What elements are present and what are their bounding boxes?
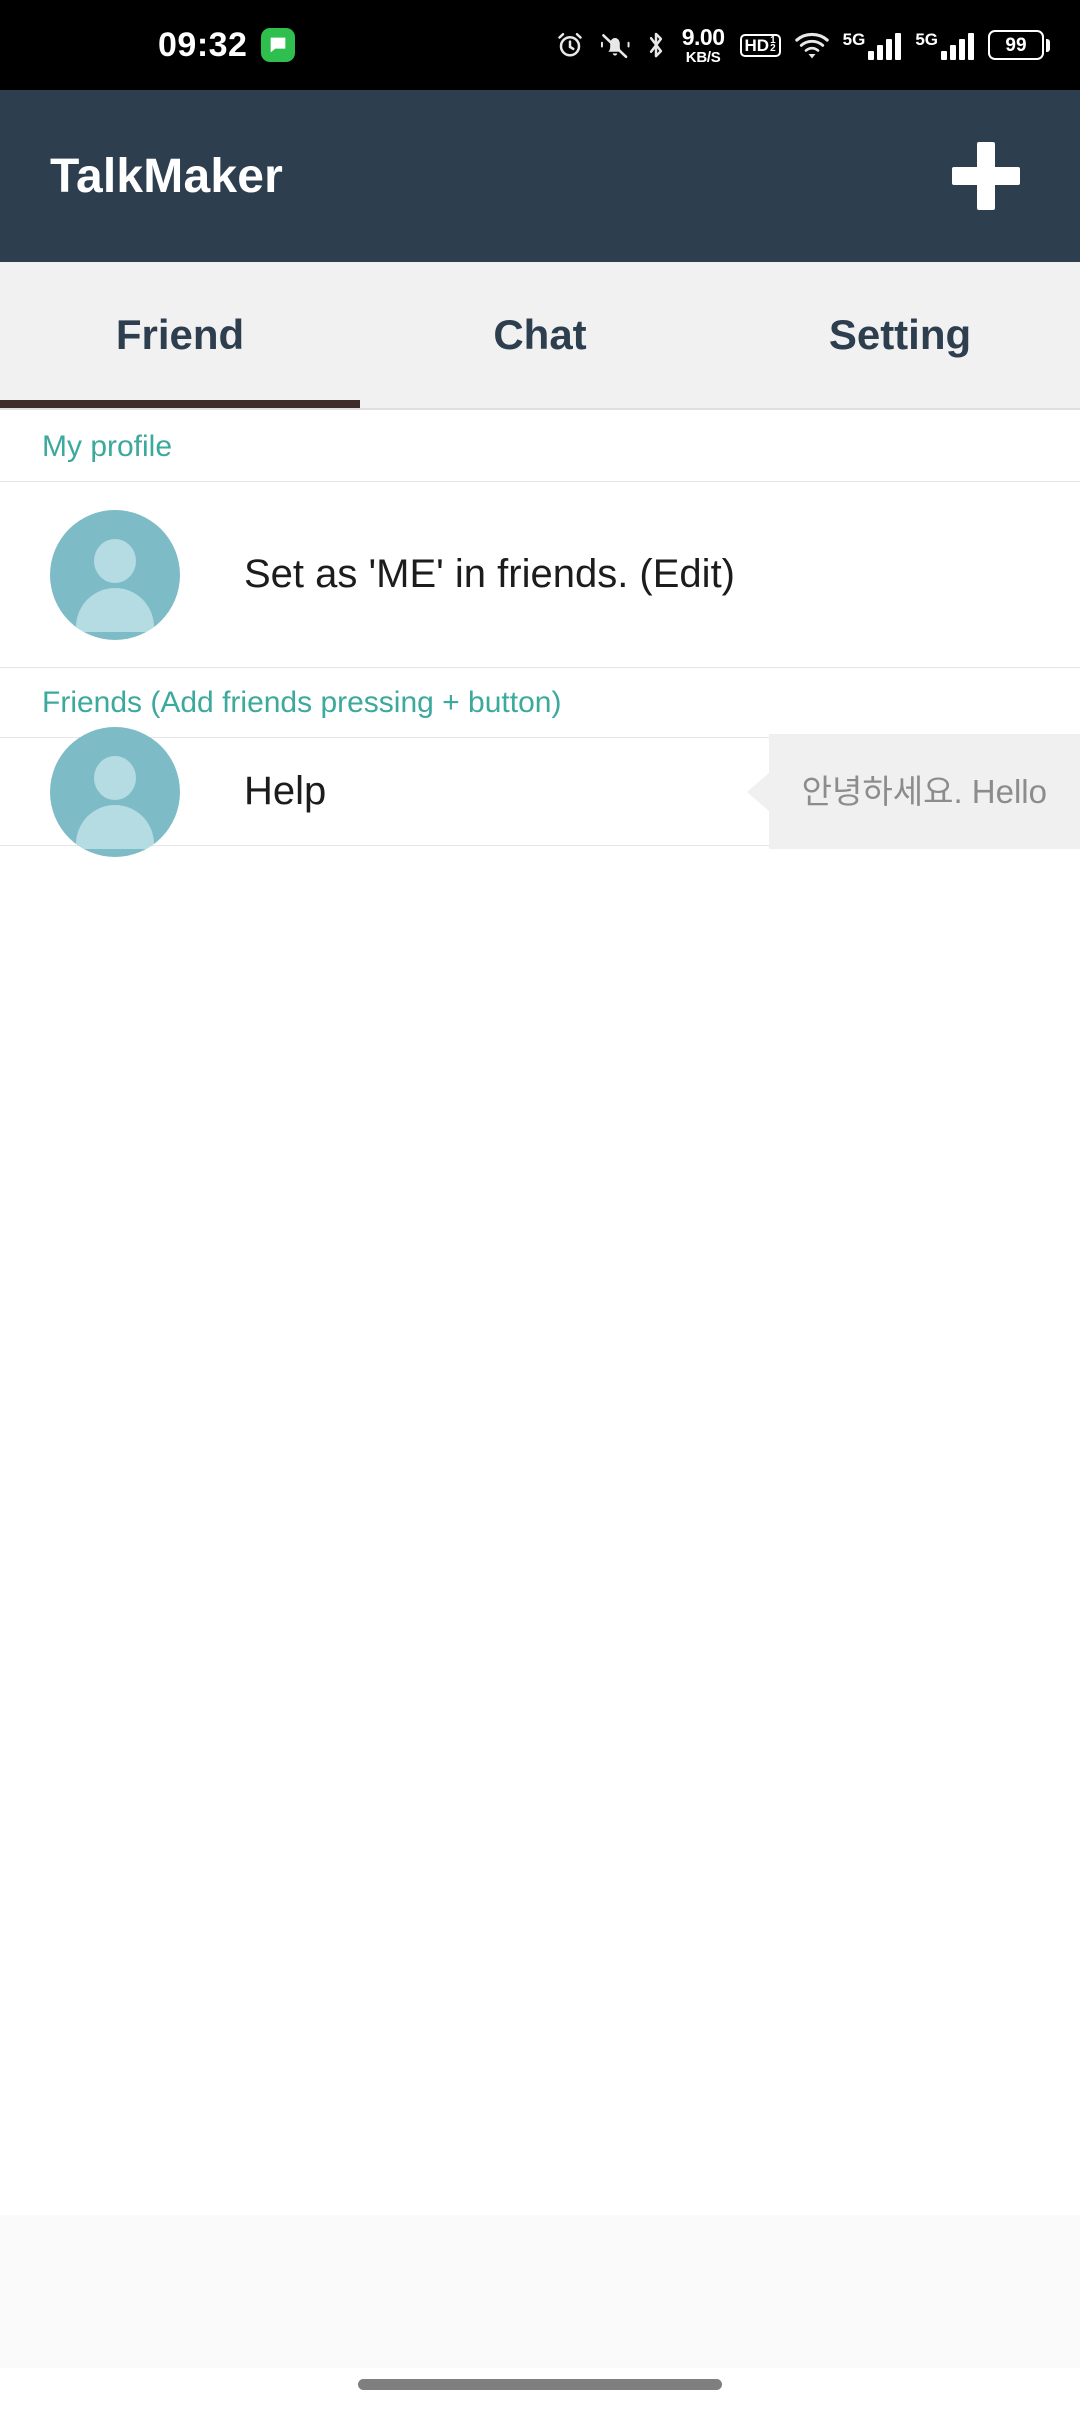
hd-sub: 2: [770, 43, 776, 54]
section-header-my-profile: My profile: [0, 412, 1080, 482]
tab-bar: Friend Chat Setting: [0, 262, 1080, 410]
avatar-head: [94, 755, 136, 800]
page-title: TalkMaker: [50, 149, 284, 203]
bottom-band: [0, 2215, 1080, 2368]
status-bar-left: 09:32: [158, 26, 296, 64]
friend-name: Help: [244, 769, 327, 813]
hd-voice-icon: HD 1 2: [739, 33, 781, 57]
system-navigation-bar: [0, 2368, 1080, 2412]
status-bar-clock: 09:32: [158, 26, 248, 64]
tab-friend-label: Friend: [115, 311, 245, 358]
status-message-text: 안녕하세요. Hello: [768, 734, 1080, 849]
battery-icon: 99: [988, 30, 1050, 60]
tab-setting[interactable]: Setting: [720, 262, 1080, 408]
status-bar: 09:32 9.00 KB/S HD 1 2 5G 5G 99: [0, 0, 1080, 90]
status-bar-right: 9.00 KB/S HD 1 2 5G 5G 99: [555, 23, 1050, 66]
message-bubble-icon: [261, 28, 296, 62]
sim2-network-label: 5G: [915, 29, 938, 49]
app-bar: TalkMaker: [0, 90, 1080, 262]
avatar-head: [94, 538, 136, 583]
avatar: [50, 509, 180, 640]
network-speed-unit: KB/S: [685, 48, 721, 66]
hd-label: HD: [744, 35, 770, 55]
tab-chat-label: Chat: [493, 311, 587, 358]
cellular-signal-sim2-icon: 5G: [915, 31, 974, 60]
network-speed-indicator: 9.00 KB/S: [681, 23, 725, 66]
sim1-network-label: 5G: [842, 29, 866, 49]
cellular-signal-sim1-icon: 5G: [843, 31, 902, 60]
my-profile-label: Set as 'ME' in friends. (Edit): [244, 552, 735, 596]
sim2-bars: [941, 32, 974, 60]
alarm-clock-icon: [555, 30, 585, 60]
avatar-body: [76, 587, 154, 632]
section-header-friends: Friends (Add friends pressing + button): [0, 668, 1080, 738]
list-item[interactable]: Help 안녕하세요. Hello: [0, 726, 1080, 857]
wifi-icon: [794, 30, 829, 60]
app-screen: 09:32 9.00 KB/S HD 1 2 5G 5G 99 TalkMake…: [0, 0, 1080, 2412]
bluetooth-icon: [645, 29, 667, 61]
battery-cap: [1046, 38, 1050, 52]
network-speed-value: 9.00: [681, 23, 725, 50]
avatar-body: [76, 804, 154, 849]
status-message-bubble: 안녕하세요. Hello: [768, 734, 1080, 849]
battery-level: 99: [988, 30, 1044, 60]
tab-chat[interactable]: Chat: [360, 262, 720, 408]
home-gesture-pill[interactable]: [358, 2379, 722, 2390]
tab-friend[interactable]: Friend: [0, 262, 360, 408]
friend-list: My profile Set as 'ME' in friends. (Edit…: [0, 412, 1080, 2215]
mute-bell-icon: [599, 30, 631, 60]
my-profile-row[interactable]: Set as 'ME' in friends. (Edit): [0, 482, 1080, 668]
plus-icon[interactable]: [940, 130, 1032, 222]
avatar: [50, 726, 180, 857]
tab-setting-label: Setting: [828, 311, 972, 358]
sim1-bars: [868, 32, 902, 60]
